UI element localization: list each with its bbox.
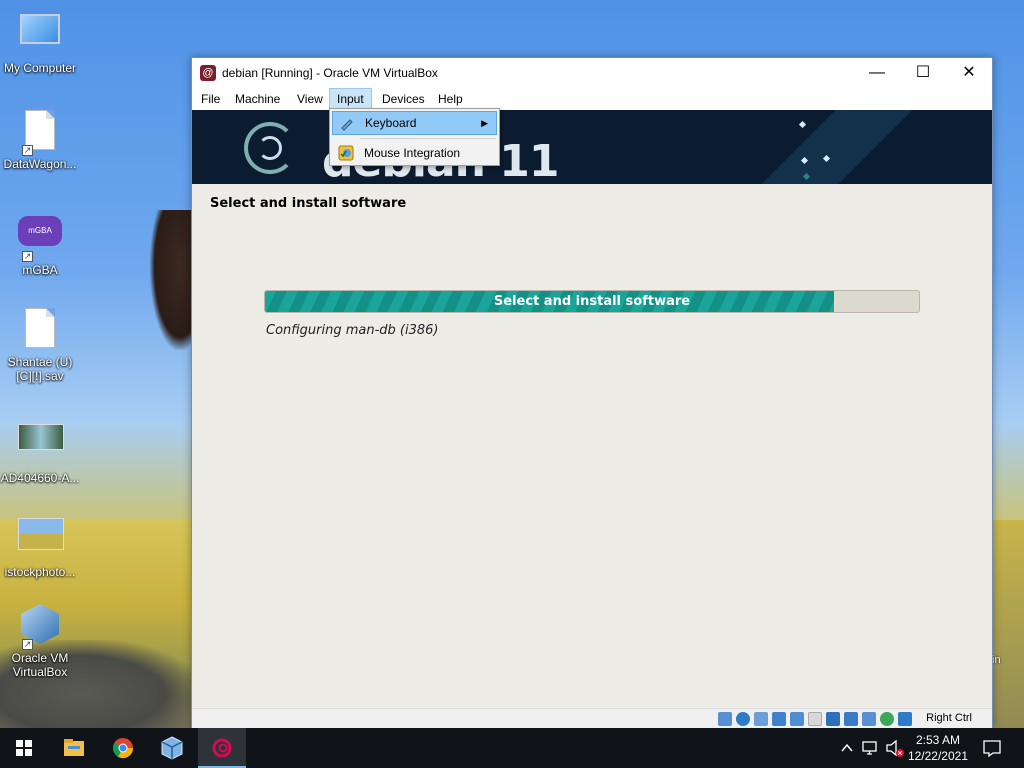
debian-icon: @ (200, 65, 216, 81)
menu-item-mouse-integration[interactable]: Mouse Integration (332, 141, 497, 165)
start-button[interactable] (0, 728, 48, 768)
desktop-wallpaper-edge (992, 520, 1024, 730)
cpu-icon[interactable] (862, 712, 876, 726)
menu-machine[interactable]: Machine (228, 88, 287, 110)
tray-volume[interactable] (884, 728, 906, 768)
mouse-integration-icon (338, 145, 354, 161)
desktop-icon-label: istockphoto... (4, 565, 76, 579)
desktop-icon-label: Shantae (U) [C][!].sav (7, 355, 73, 383)
keyboard-icon (341, 119, 353, 131)
close-button[interactable]: ✕ (946, 58, 992, 88)
mgba-icon: mGBA (18, 216, 62, 246)
menu-view[interactable]: View (290, 88, 330, 110)
taskbar-chrome[interactable] (99, 728, 147, 768)
display-icon[interactable] (826, 712, 840, 726)
clock-time: 2:53 AM (915, 733, 960, 747)
virtualbox-window: @ debian [Running] - Oracle VM VirtualBo… (191, 57, 993, 729)
tray-network[interactable] (860, 728, 882, 768)
image-icon (18, 518, 64, 550)
desktop-icon-my-computer[interactable]: My Computer (0, 10, 80, 75)
debian-banner: debian 11 (192, 110, 992, 184)
taskbar: 2:53 AM 12/22/2021 (0, 728, 1024, 768)
video-capture-icon[interactable] (844, 712, 858, 726)
optical-drive-icon[interactable] (736, 712, 750, 726)
debian-swirl-inner (258, 136, 282, 160)
file-explorer-icon (64, 739, 84, 756)
taskbar-clock[interactable]: 2:53 AM 12/22/2021 (908, 732, 968, 764)
menu-item-keyboard[interactable]: Keyboard ▶ (332, 111, 497, 135)
desktop-icon-istockphoto[interactable]: istockphoto... (0, 510, 80, 579)
desktop-icon-shantae-save[interactable]: Shantae (U) [C][!].sav (0, 306, 80, 383)
vm-status-bar: Right Ctrl (192, 708, 992, 728)
chevron-up-icon (841, 743, 853, 752)
desktop-icon-label: mGBA (22, 263, 58, 277)
menu-devices[interactable]: Devices (375, 88, 432, 110)
menu-file[interactable]: File (194, 88, 227, 110)
mouse-capture-icon[interactable] (880, 712, 894, 726)
windows-start-icon (16, 740, 32, 756)
install-progress-bar: Select and install software (264, 290, 920, 313)
install-status-text: Configuring man-db (i386) (266, 323, 439, 338)
shared-folder-icon[interactable] (808, 712, 822, 726)
image-icon (18, 424, 64, 450)
taskbar-debian-vm[interactable] (198, 728, 246, 768)
desktop-icon-label: Oracle VM VirtualBox (11, 651, 69, 679)
virtualbox-icon (161, 736, 183, 760)
tray-show-hidden[interactable] (838, 728, 856, 768)
taskbar-file-explorer[interactable] (50, 728, 98, 768)
desktop-icon-ad404660[interactable]: AD404660-A... (0, 412, 80, 485)
shortcut-arrow-icon: ↗ (22, 639, 33, 650)
input-menu-dropdown: Keyboard ▶ Mouse Integration (329, 108, 500, 166)
usb-icon[interactable] (790, 712, 804, 726)
desktop-icon-label: My Computer (3, 61, 77, 75)
file-icon (25, 308, 55, 348)
shortcut-arrow-icon: ↗ (22, 145, 33, 156)
window-title: debian [Running] - Oracle VM VirtualBox (222, 66, 438, 80)
step-title: Select and install software (210, 196, 407, 211)
menu-item-label: Keyboard (365, 116, 417, 130)
network-icon[interactable] (772, 712, 786, 726)
virtualbox-icon (21, 604, 59, 644)
file-icon (25, 110, 55, 150)
desktop-icon-mgba[interactable]: mGBA ↗ mGBA (0, 208, 80, 277)
network-icon (862, 741, 877, 755)
action-center-button[interactable] (978, 728, 1006, 768)
menu-bar: File Machine View Input Devices Help (192, 88, 992, 110)
clock-date: 12/22/2021 (907, 749, 968, 763)
menu-input[interactable]: Input (329, 88, 372, 110)
volume-muted-icon (886, 739, 904, 757)
menu-help[interactable]: Help (431, 88, 470, 110)
debian-icon (212, 738, 232, 758)
notification-icon (983, 740, 1001, 758)
install-progress-label: Select and install software (493, 294, 691, 309)
desktop-icon-datawagon[interactable]: ↗ DataWagon... (0, 108, 80, 171)
desktop-icon-label: AD404660-A... (0, 471, 80, 485)
menu-item-label: Mouse Integration (364, 146, 461, 160)
guest-display[interactable]: debian 11 Select and install software Se… (192, 110, 992, 708)
desktop-icon-label: DataWagon... (3, 157, 77, 171)
banner-decoration (682, 110, 992, 184)
menu-separator (360, 138, 496, 139)
keyboard-capture-icon[interactable] (898, 712, 912, 726)
taskbar-virtualbox[interactable] (148, 728, 196, 768)
hard-disk-icon[interactable] (718, 712, 732, 726)
maximize-button[interactable]: ☐ (900, 58, 946, 88)
computer-icon (20, 14, 60, 44)
shortcut-arrow-icon: ↗ (22, 251, 33, 262)
window-titlebar[interactable]: @ debian [Running] - Oracle VM VirtualBo… (192, 58, 992, 88)
submenu-arrow-icon: ▶ (481, 118, 488, 128)
desktop-partial-label: in (992, 654, 1001, 666)
desktop-icon-virtualbox[interactable]: ↗ Oracle VM VirtualBox (0, 602, 80, 679)
minimize-button[interactable]: — (854, 58, 900, 88)
host-key-label: Right Ctrl (926, 712, 972, 724)
chrome-icon (112, 738, 134, 759)
audio-icon[interactable] (754, 712, 768, 726)
